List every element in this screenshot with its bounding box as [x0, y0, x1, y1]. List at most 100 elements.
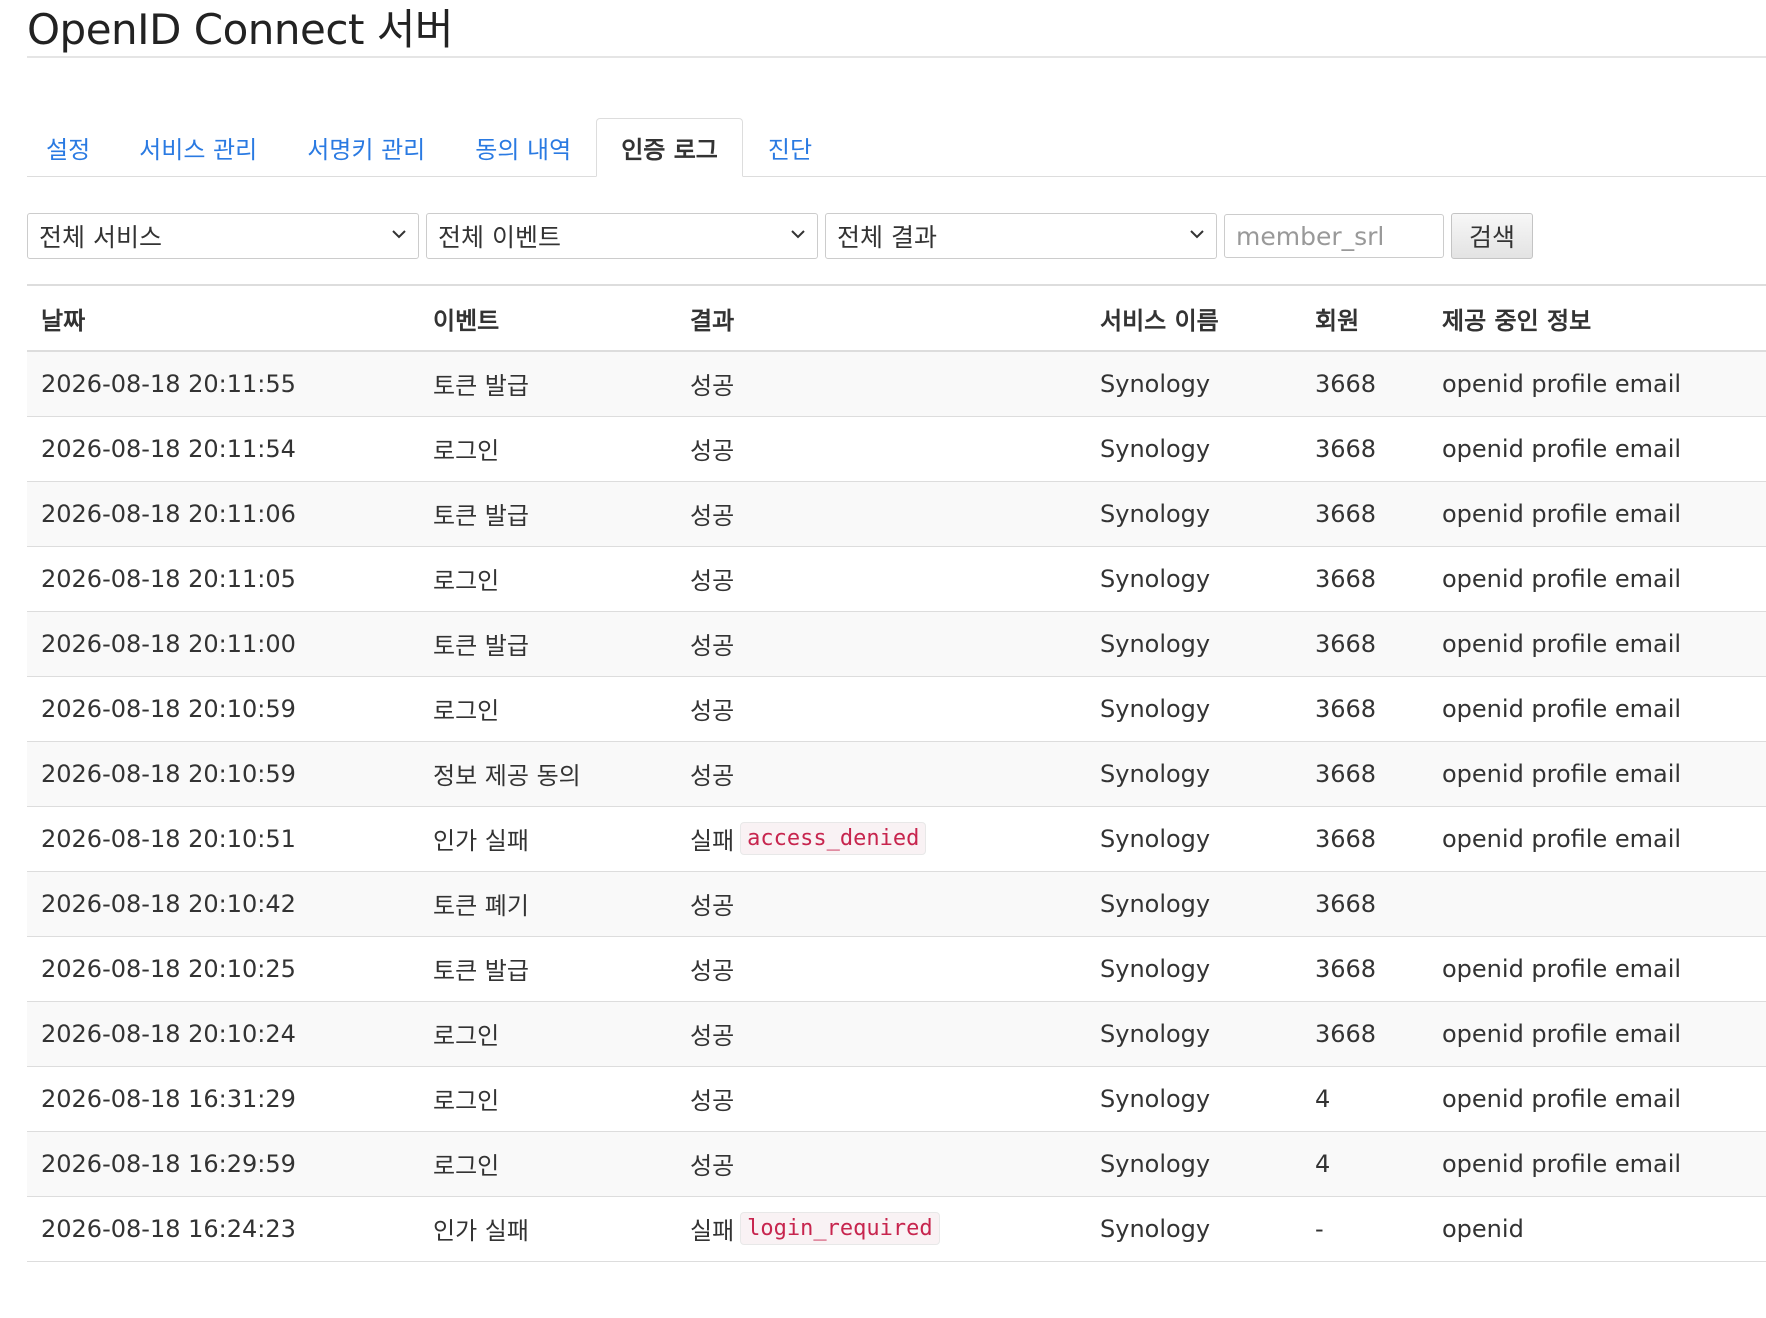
cell-member: 3668 — [1301, 871, 1428, 937]
result-filter-select[interactable]: 전체 결과 — [825, 213, 1217, 259]
tab-signing-key-management[interactable]: 서명키 관리 — [282, 118, 450, 177]
cell-member: 3668 — [1301, 806, 1428, 872]
table-row: 2026-08-18 20:11:54 로그인 성공 Synology 3668 open… — [27, 416, 1766, 482]
result-text: 성공 — [690, 762, 735, 790]
result-text: 성공 — [690, 502, 735, 530]
cell-date: 2026-08-18 16:29:59 — [27, 1131, 419, 1197]
result-wrapper: 성공 — [690, 1016, 734, 1051]
cell-result: 성공 — [676, 871, 1086, 937]
cell-date: 2026-08-18 20:10:59 — [27, 676, 419, 742]
cell-service: Synology — [1086, 871, 1301, 937]
table-row: 2026-08-18 20:11:55 토큰 발급 성공 Synology 3668 op… — [27, 351, 1766, 417]
tab-settings[interactable]: 설정 — [27, 118, 114, 177]
cell-service: Synology — [1086, 1001, 1301, 1067]
cell-member: 3668 — [1301, 676, 1428, 742]
cell-member: 3668 — [1301, 741, 1428, 807]
filter-bar: 전체 서비스 전체 이벤트 전체 결과 검색 — [27, 212, 1533, 260]
member-srl-input[interactable] — [1224, 214, 1444, 258]
column-header-date[interactable]: 날짜 — [27, 285, 419, 352]
cell-member: - — [1301, 1196, 1428, 1262]
auth-log-table: 날짜 이벤트 결과 서비스 이름 회원 제공 중인 정보 2026-08-18 … — [27, 284, 1766, 1262]
cell-service: Synology — [1086, 611, 1301, 677]
table-row: 2026-08-18 20:10:51 인가 실패 실패 access_denied S… — [27, 806, 1766, 872]
table-header-row: 날짜 이벤트 결과 서비스 이름 회원 제공 중인 정보 — [27, 285, 1766, 352]
table-row: 2026-08-18 20:10:59 로그인 성공 Synology 3668 open… — [27, 676, 1766, 742]
cell-service: Synology — [1086, 1196, 1301, 1262]
cell-member: 3668 — [1301, 611, 1428, 677]
cell-date: 2026-08-18 20:10:24 — [27, 1001, 419, 1067]
result-wrapper: 실패 login_required — [690, 1211, 940, 1246]
result-text: 성공 — [690, 372, 735, 401]
cell-service: Synology — [1086, 1066, 1301, 1132]
cell-member: 3668 — [1301, 546, 1428, 612]
cell-result: 성공 — [676, 611, 1086, 677]
cell-scope: openid profile email — [1428, 351, 1766, 417]
tab-consent-history[interactable]: 동의 내역 — [450, 118, 596, 177]
result-wrapper: 성공 — [690, 1081, 734, 1116]
result-text: 성공 — [690, 1152, 735, 1180]
cell-result: 실패 access_denied — [676, 806, 1086, 872]
cell-scope: openid profile email — [1428, 1066, 1766, 1132]
column-header-service[interactable]: 서비스 이름 — [1086, 285, 1301, 352]
cell-scope: openid profile email — [1428, 416, 1766, 482]
result-wrapper: 성공 — [690, 496, 734, 531]
cell-service: Synology — [1086, 1131, 1301, 1197]
cell-date: 2026-08-18 20:10:51 — [27, 806, 419, 872]
cell-scope: openid profile email — [1428, 1131, 1766, 1197]
cell-date: 2026-08-18 20:10:42 — [27, 871, 419, 937]
result-filter-value: 전체 결과 — [837, 223, 937, 252]
event-filter-value: 전체 이벤트 — [438, 223, 561, 252]
tab-service-management[interactable]: 서비스 관리 — [114, 118, 282, 177]
cell-event: 로그인 — [419, 416, 676, 482]
tab-diagnostics[interactable]: 진단 — [743, 118, 837, 177]
cell-event: 로그인 — [419, 1066, 676, 1132]
chevron-down-icon — [1190, 230, 1204, 239]
cell-result: 성공 — [676, 676, 1086, 742]
table-row: 2026-08-18 20:11:00 토큰 발급 성공 Synology 3668 op… — [27, 611, 1766, 677]
search-button[interactable]: 검색 — [1451, 213, 1533, 259]
result-text: 성공 — [690, 567, 735, 595]
chevron-down-icon — [392, 230, 406, 239]
table-row: 2026-08-18 20:11:06 토큰 발급 성공 Synology 3668 op… — [27, 481, 1766, 547]
column-header-member[interactable]: 회원 — [1301, 285, 1428, 352]
cell-event: 토큰 발급 — [419, 351, 676, 417]
cell-scope: openid profile email — [1428, 741, 1766, 807]
event-filter-select[interactable]: 전체 이벤트 — [426, 213, 818, 259]
cell-event: 토큰 발급 — [419, 611, 676, 677]
page-title: OpenID Connect 서버 — [27, 0, 1766, 58]
table-row: 2026-08-18 20:10:24 로그인 성공 Synology 3668 open… — [27, 1001, 1766, 1067]
chevron-down-icon — [791, 230, 805, 239]
column-header-result[interactable]: 결과 — [676, 285, 1086, 352]
cell-date: 2026-08-18 20:10:25 — [27, 936, 419, 1002]
cell-event: 로그인 — [419, 546, 676, 612]
result-text: 성공 — [690, 1022, 735, 1050]
table-row: 2026-08-18 16:24:23 인가 실패 실패 login_required… — [27, 1196, 1766, 1262]
result-wrapper: 성공 — [690, 756, 734, 791]
error-code-badge: login_required — [740, 1212, 940, 1245]
service-filter-value: 전체 서비스 — [39, 223, 162, 252]
cell-scope: openid profile email — [1428, 481, 1766, 547]
result-text: 실패 — [690, 827, 735, 855]
cell-result: 실패 login_required — [676, 1196, 1086, 1262]
result-wrapper: 성공 — [690, 431, 734, 466]
column-header-scope[interactable]: 제공 중인 정보 — [1428, 285, 1766, 352]
cell-member: 4 — [1301, 1131, 1428, 1197]
cell-service: Synology — [1086, 546, 1301, 612]
tab-auth-log[interactable]: 인증 로그 — [596, 118, 743, 177]
cell-result: 성공 — [676, 546, 1086, 612]
cell-result: 성공 — [676, 1131, 1086, 1197]
cell-scope: openid profile email — [1428, 936, 1766, 1002]
result-text: 성공 — [690, 957, 735, 985]
cell-member: 3668 — [1301, 1001, 1428, 1067]
result-wrapper: 성공 — [690, 886, 734, 921]
page: OpenID Connect 서버 설정 서비스 관리 서명키 관리 동의 내역… — [27, 0, 1766, 1262]
cell-result: 성공 — [676, 1066, 1086, 1132]
result-text: 성공 — [690, 892, 735, 920]
result-text: 성공 — [690, 697, 735, 725]
column-header-event[interactable]: 이벤트 — [419, 285, 676, 352]
cell-service: Synology — [1086, 741, 1301, 807]
table-row: 2026-08-18 20:10:25 토큰 발급 성공 Synology 3668 op… — [27, 936, 1766, 1002]
service-filter-select[interactable]: 전체 서비스 — [27, 213, 419, 259]
cell-service: Synology — [1086, 416, 1301, 482]
cell-service: Synology — [1086, 676, 1301, 742]
